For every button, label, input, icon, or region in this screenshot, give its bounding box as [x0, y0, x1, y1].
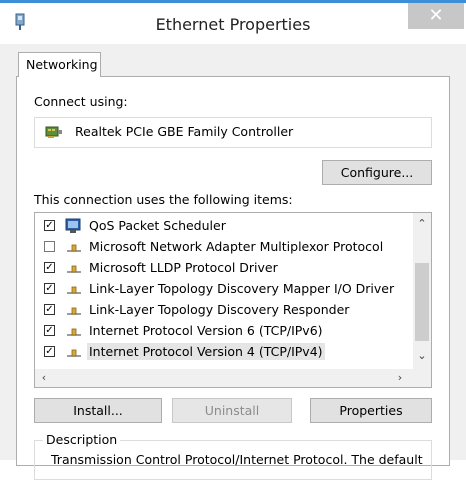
item-label: Link-Layer Topology Discovery Responder [89, 302, 350, 317]
item-label: QoS Packet Scheduler [89, 218, 226, 233]
item-checkbox[interactable]: ✓ [44, 325, 55, 336]
item-label: Internet Protocol Version 4 (TCP/IPv4) [87, 343, 325, 360]
item-checkbox[interactable]: ✓ [44, 283, 55, 294]
list-item[interactable]: ✓ Internet Protocol Version 4 (TCP/IPv4) [35, 342, 413, 363]
title-bar[interactable]: Ethernet Properties ✕ [0, 0, 466, 44]
list-item[interactable]: ✓ QoS Packet Scheduler [35, 216, 413, 237]
scroll-corner [413, 369, 431, 387]
adapter-icon [45, 126, 62, 138]
item-checkbox[interactable]: ✓ [44, 304, 55, 315]
window: Ethernet Properties ✕ Networking Connect… [0, 0, 466, 480]
protocol-icon [67, 307, 81, 315]
item-checkbox[interactable]: ✓ [44, 220, 55, 231]
protocol-icon [67, 265, 81, 273]
items-list[interactable]: ✓ QoS Packet Scheduler Microsoft Network A… [34, 212, 432, 388]
item-label: Microsoft LLDP Protocol Driver [89, 260, 278, 275]
configure-button[interactable]: Configure... [322, 160, 432, 185]
scroll-right-icon[interactable]: › [391, 369, 409, 387]
list-item[interactable]: ✓ Link-Layer Topology Discovery Responder [35, 300, 413, 321]
item-checkbox[interactable] [44, 241, 55, 252]
protocol-icon [67, 328, 81, 336]
item-checkbox[interactable]: ✓ [44, 346, 55, 357]
tab-networking[interactable]: Networking [18, 52, 101, 77]
item-label: Internet Protocol Version 6 (TCP/IPv6) [89, 323, 323, 338]
item-label: Link-Layer Topology Discovery Mapper I/O… [89, 281, 395, 296]
scroll-left-icon[interactable]: ‹ [35, 369, 53, 387]
uninstall-button[interactable]: Uninstall [172, 398, 292, 423]
close-icon: ✕ [428, 5, 444, 26]
list-item[interactable]: Microsoft Network Adapter Multiplexor Pr… [35, 237, 413, 258]
protocol-icon [67, 244, 81, 252]
connect-using-label: Connect using: [34, 94, 128, 109]
close-button[interactable]: ✕ [408, 3, 464, 29]
item-checkbox[interactable]: ✓ [44, 262, 55, 273]
window-title: Ethernet Properties [155, 15, 311, 34]
qos-icon [65, 218, 81, 233]
description-group: Description Transmission Control Protoco… [34, 432, 432, 480]
install-button[interactable]: Install... [34, 398, 162, 423]
scroll-down-icon[interactable]: ⌄ [413, 347, 431, 365]
horizontal-scrollbar[interactable]: ‹ › [35, 369, 413, 387]
protocol-icon [67, 286, 81, 294]
properties-button[interactable]: Properties [310, 398, 432, 423]
adapter-name: Realtek PCIe GBE Family Controller [75, 124, 294, 139]
description-title: Description [43, 432, 121, 447]
list-item[interactable]: ✓ Microsoft LLDP Protocol Driver [35, 258, 413, 279]
protocol-icon [67, 349, 81, 357]
scroll-up-icon[interactable]: ⌃ [413, 215, 431, 233]
adapter-box: Realtek PCIe GBE Family Controller [34, 117, 432, 148]
list-item[interactable]: ✓ Link-Layer Topology Discovery Mapper I/… [35, 279, 413, 300]
scroll-thumb[interactable] [415, 263, 429, 341]
list-item[interactable]: ✓ Internet Protocol Version 6 (TCP/IPv6) [35, 321, 413, 342]
item-label: Microsoft Network Adapter Multiplexor Pr… [89, 239, 384, 254]
items-label: This connection uses the following items… [34, 192, 293, 207]
vertical-scrollbar[interactable]: ⌃ ⌄ [413, 213, 431, 369]
